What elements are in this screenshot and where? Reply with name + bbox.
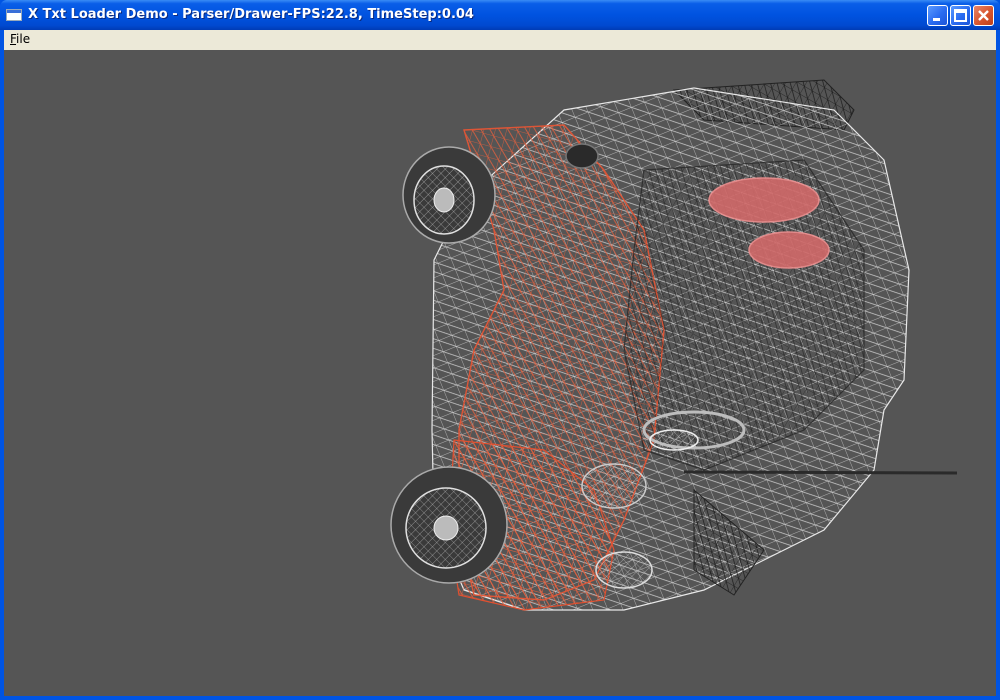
maximize-button[interactable] <box>950 5 971 26</box>
seat-pink-2 <box>748 231 830 269</box>
seat-pink-1 <box>708 177 820 223</box>
fog-light <box>581 463 647 509</box>
headlight-right <box>649 429 699 451</box>
grille-badge <box>595 551 653 589</box>
car-wireframe-render <box>390 79 958 611</box>
app-icon[interactable] <box>6 9 22 21</box>
minimize-button[interactable] <box>927 5 948 26</box>
window-title: X Txt Loader Demo - Parser/Drawer-FPS:22… <box>28 7 474 22</box>
render-viewport[interactable] <box>4 50 996 696</box>
wheel-bottom <box>390 466 508 584</box>
minimize-icon <box>933 18 940 21</box>
menu-file-label: ile <box>16 32 31 46</box>
close-button[interactable] <box>973 5 994 26</box>
wheel-top <box>402 146 496 244</box>
menu-bar: File <box>4 30 996 50</box>
menu-file[interactable]: File <box>10 32 30 46</box>
headlight-left <box>565 143 599 169</box>
maximize-icon <box>954 9 967 22</box>
antenna <box>683 470 958 475</box>
close-icon <box>978 10 989 21</box>
title-bar[interactable]: X Txt Loader Demo - Parser/Drawer-FPS:22… <box>0 0 1000 30</box>
app-window: X Txt Loader Demo - Parser/Drawer-FPS:22… <box>0 0 1000 700</box>
